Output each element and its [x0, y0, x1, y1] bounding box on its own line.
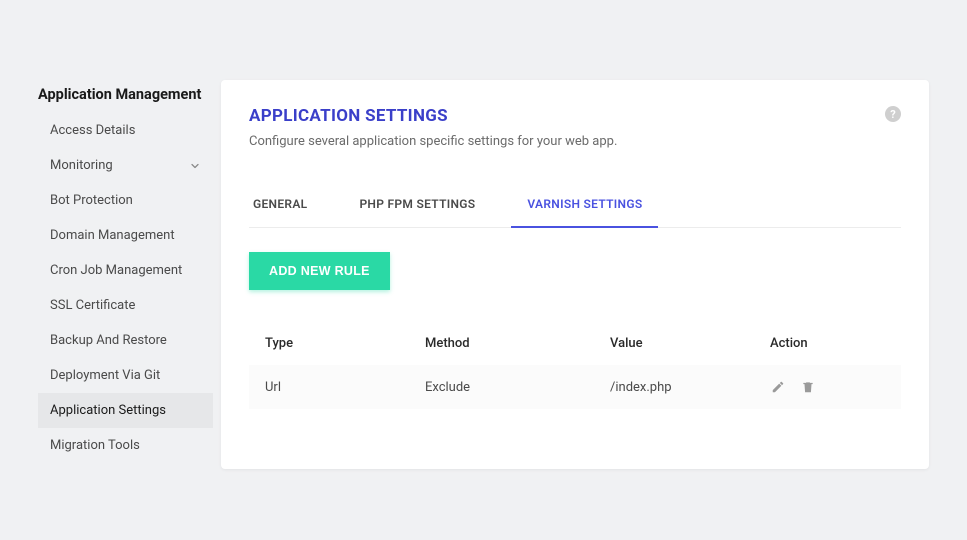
tabs: GENERAL PHP FPM SETTINGS VARNISH SETTINGS [249, 185, 901, 228]
delete-icon[interactable] [800, 379, 816, 395]
help-icon[interactable]: ? [885, 106, 901, 122]
sidebar-item-ssl-certificate[interactable]: SSL Certificate [38, 288, 213, 323]
sidebar-item-application-settings[interactable]: Application Settings [38, 393, 213, 428]
sidebar-item-label: Deployment Via Git [50, 368, 160, 383]
tab-varnish-settings[interactable]: VARNISH SETTINGS [523, 185, 646, 227]
cell-method: Exclude [425, 380, 610, 395]
sidebar-item-label: Bot Protection [50, 193, 133, 208]
table-body: UrlExclude/index.php [249, 365, 901, 409]
sidebar: Application Management Access Details Mon… [38, 80, 213, 469]
cell-value: /index.php [610, 380, 770, 395]
main-header-text: APPLICATION SETTINGS Configure several a… [249, 106, 617, 149]
sidebar-item-domain-management[interactable]: Domain Management [38, 218, 213, 253]
sidebar-item-monitoring[interactable]: Monitoring [38, 148, 213, 183]
sidebar-item-label: Domain Management [50, 228, 175, 243]
page-subtitle: Configure several application specific s… [249, 134, 617, 149]
sidebar-item-label: Monitoring [50, 158, 113, 173]
sidebar-item-label: Access Details [50, 123, 135, 138]
tab-general[interactable]: GENERAL [249, 185, 311, 227]
rules-table: Type Method Value Action UrlExclude/inde… [249, 322, 901, 409]
column-header-value: Value [610, 336, 770, 351]
cell-action [770, 379, 885, 395]
sidebar-items: Access Details Monitoring Bot Protection Do… [38, 113, 213, 463]
sidebar-item-deployment-via-git[interactable]: Deployment Via Git [38, 358, 213, 393]
cell-type: Url [265, 380, 425, 395]
column-header-method: Method [425, 336, 610, 351]
main-header: APPLICATION SETTINGS Configure several a… [249, 106, 901, 149]
column-header-type: Type [265, 336, 425, 351]
sidebar-title: Application Management [38, 80, 213, 113]
sidebar-item-bot-protection[interactable]: Bot Protection [38, 183, 213, 218]
column-header-action: Action [770, 336, 885, 351]
tab-php-fpm-settings[interactable]: PHP FPM SETTINGS [355, 185, 479, 227]
main-panel: APPLICATION SETTINGS Configure several a… [221, 80, 929, 469]
sidebar-item-label: Backup And Restore [50, 333, 167, 348]
sidebar-item-label: Application Settings [50, 403, 166, 418]
sidebar-item-label: Migration Tools [50, 438, 140, 453]
sidebar-item-access-details[interactable]: Access Details [38, 113, 213, 148]
edit-icon[interactable] [770, 379, 786, 395]
sidebar-item-label: SSL Certificate [50, 298, 135, 313]
add-new-rule-button[interactable]: ADD NEW RULE [249, 252, 390, 290]
table-row: UrlExclude/index.php [249, 365, 901, 409]
chevron-down-icon [189, 160, 201, 172]
sidebar-item-migration-tools[interactable]: Migration Tools [38, 428, 213, 463]
table-header-row: Type Method Value Action [249, 322, 901, 365]
sidebar-item-backup-and-restore[interactable]: Backup And Restore [38, 323, 213, 358]
page-title: APPLICATION SETTINGS [249, 106, 617, 126]
sidebar-item-label: Cron Job Management [50, 263, 182, 278]
sidebar-item-cron-job-management[interactable]: Cron Job Management [38, 253, 213, 288]
